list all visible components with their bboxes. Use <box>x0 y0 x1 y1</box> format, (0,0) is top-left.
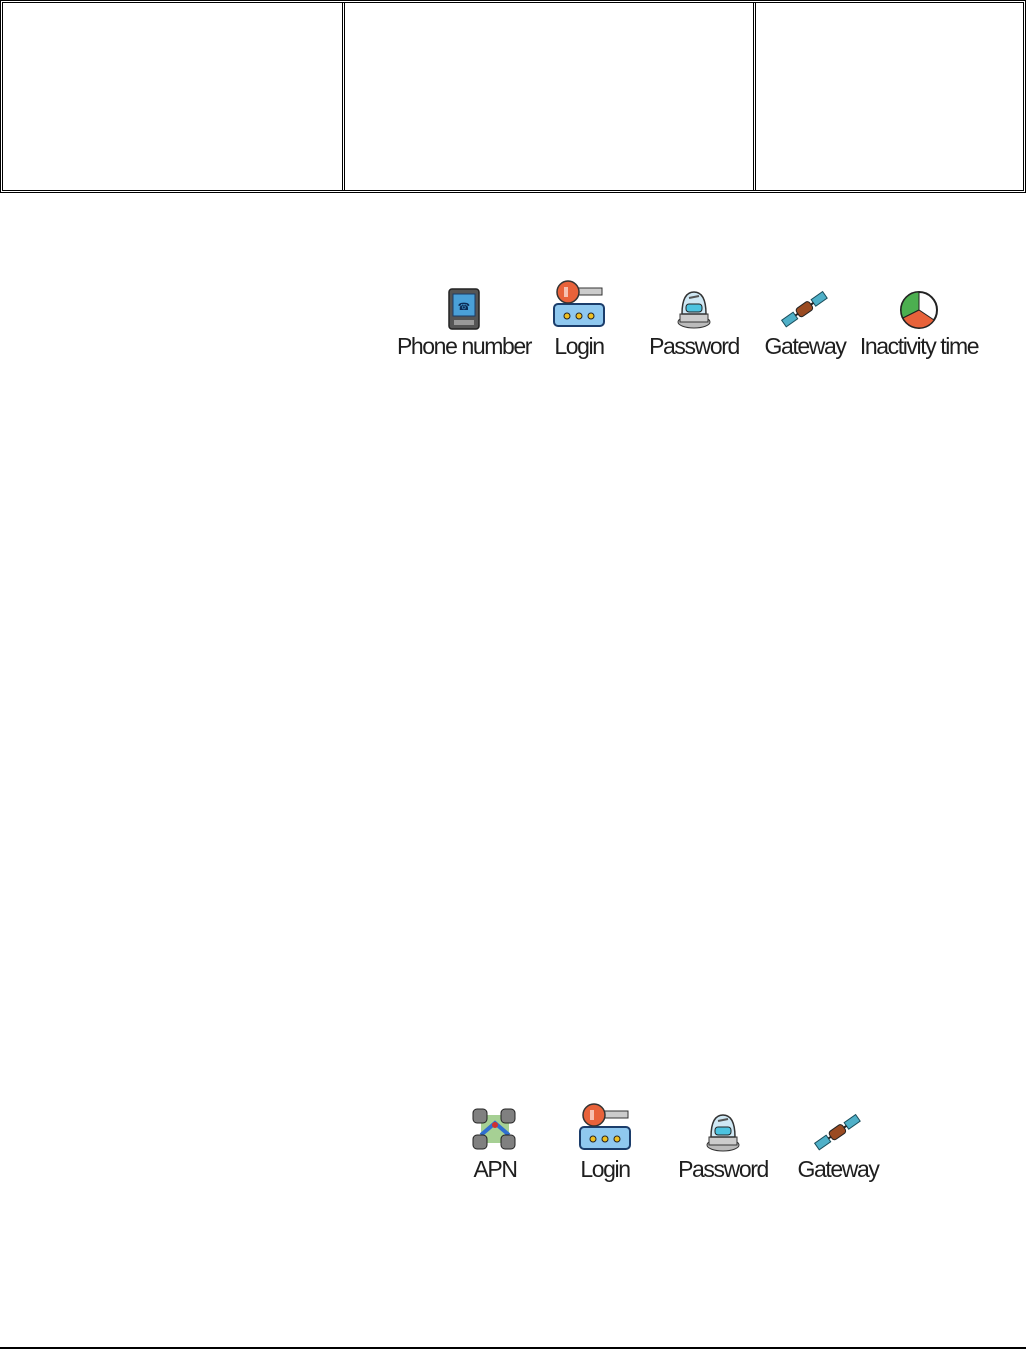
apn-label: APN <box>473 1156 517 1182</box>
gateway-label: Gateway <box>764 333 847 359</box>
password-label-2: Password <box>678 1156 769 1182</box>
login-item: Login <box>523 270 635 360</box>
password-icon <box>706 1114 740 1152</box>
inactivity-time-item: Inactivity time <box>857 270 981 360</box>
satellite-gateway-icon <box>780 290 828 328</box>
apn-network-icon <box>472 1108 516 1150</box>
login-label: Login <box>554 333 605 359</box>
settings-icon-row-2: APN Login Password Gateway <box>465 1093 883 1183</box>
gateway-item-2: Gateway <box>793 1093 883 1183</box>
password-label: Password <box>649 333 740 359</box>
gateway-item: Gateway <box>753 270 857 360</box>
header-table <box>0 0 1026 193</box>
password-item-2: Password <box>673 1093 773 1183</box>
header-cell-left <box>3 3 345 190</box>
clock-inactivity-icon <box>900 291 938 329</box>
key-login-icon <box>579 1103 631 1150</box>
header-cell-right <box>756 3 1023 190</box>
password-icon <box>677 291 711 329</box>
svg-text:☎: ☎ <box>458 302 470 313</box>
satellite-gateway-icon <box>813 1113 861 1151</box>
login-label-2: Login <box>580 1156 631 1182</box>
login-item-2: Login <box>565 1093 645 1183</box>
inactivity-time-label: Inactivity time <box>859 333 980 359</box>
password-item: Password <box>635 270 753 360</box>
footer-rule <box>0 1347 1026 1349</box>
header-cell-middle <box>345 3 756 190</box>
gateway-label-2: Gateway <box>797 1156 880 1182</box>
phone-number-icon: ☎ <box>448 288 480 330</box>
settings-icon-row-1: ☎ Phone number Login Password Gateway In… <box>397 270 981 360</box>
phone-number-item: ☎ Phone number <box>397 270 532 360</box>
apn-item: APN <box>465 1093 525 1183</box>
key-login-icon <box>553 280 605 327</box>
phone-number-label: Phone number <box>396 333 532 359</box>
